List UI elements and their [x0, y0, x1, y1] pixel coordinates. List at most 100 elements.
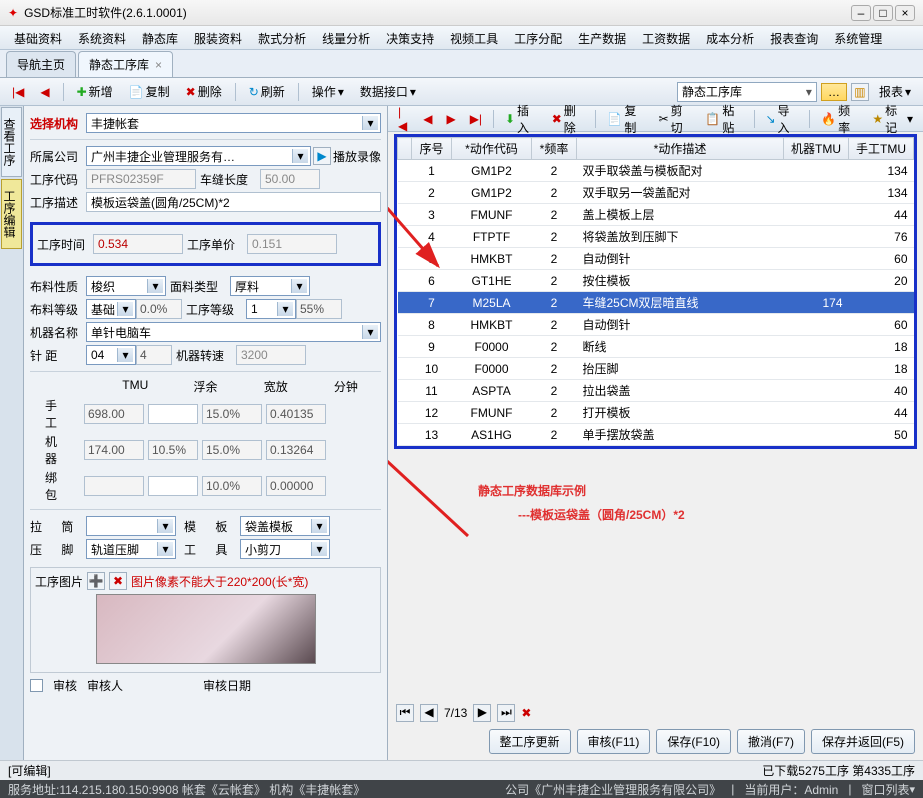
nav-first-button[interactable]: |◀ [6, 83, 30, 101]
action-grid[interactable]: 序号 *动作代码 *频率 *动作描述 机器TMU 手工TMU 1GM1P22双手… [397, 137, 914, 446]
price-input[interactable] [247, 234, 337, 254]
pager-next[interactable]: ▶ [473, 704, 491, 722]
menu-basic[interactable]: 基础资料 [6, 26, 70, 49]
cut-button[interactable]: ✂剪切 [653, 100, 698, 138]
tab-nav-home[interactable]: 导航主页 [6, 51, 76, 77]
menu-static[interactable]: 静态库 [134, 26, 186, 49]
play-icon[interactable]: ▶ [313, 147, 331, 165]
grade-combo[interactable]: 基础▾ [86, 299, 136, 319]
copy-button[interactable]: 📄复制 [123, 81, 176, 102]
company-combo[interactable]: 广州丰捷企业管理服务有…▾ [86, 146, 311, 166]
menu-salary[interactable]: 工资数据 [634, 26, 698, 49]
audit-button[interactable]: 审核(F11) [577, 729, 651, 754]
copy-row-button[interactable]: 📄复制 [601, 100, 650, 138]
nav-next2[interactable]: ▶ [440, 110, 461, 128]
maximize-button[interactable]: □ [873, 5, 893, 21]
import-button[interactable]: ↘导入 [759, 100, 804, 138]
titlebar: ✦ GSD标准工时软件(2.6.1.0001) – □ × [0, 0, 923, 26]
nav-last2[interactable]: ▶| [464, 110, 488, 128]
paste-button[interactable]: 📋粘贴 [699, 100, 748, 138]
menu-prod[interactable]: 生产数据 [570, 26, 634, 49]
menu-video[interactable]: 视频工具 [442, 26, 506, 49]
menu-sysmgmt[interactable]: 系统管理 [826, 26, 890, 49]
tool-combo[interactable]: 小剪刀▾ [240, 539, 330, 559]
table-row[interactable]: 12FMUNF2打开模板44 [398, 402, 914, 424]
code-input[interactable] [86, 169, 196, 189]
insert-button[interactable]: ⬇插入 [499, 100, 544, 138]
freq-button[interactable]: 🔥频率 [815, 100, 864, 138]
refresh-button[interactable]: ↻刷新 [243, 81, 291, 102]
surface-combo[interactable]: 厚料▾ [230, 276, 310, 296]
table-row[interactable]: 7M25LA2车缝25CM双层暗直线174 [398, 292, 914, 314]
table-row[interactable]: 10F00002抬压脚18 [398, 358, 914, 380]
chart-icon[interactable]: ▥ [851, 83, 869, 101]
save-return-button[interactable]: 保存并返回(F5) [811, 729, 915, 754]
moban-combo[interactable]: 袋盖模板▾ [240, 516, 330, 536]
table-row[interactable]: 13AS1HG2单手摆放袋盖50 [398, 424, 914, 446]
mark-dropdown[interactable]: ★标记 ▾ [866, 100, 919, 138]
opgrade-combo[interactable]: 1▾ [246, 299, 296, 319]
latong-combo[interactable]: ▾ [86, 516, 176, 536]
close-icon[interactable]: × [155, 58, 162, 72]
search-ellipsis-button[interactable]: … [821, 83, 847, 101]
pager-first[interactable]: ⏮ [396, 704, 414, 722]
code-label: 工序代码 [30, 171, 86, 188]
fabric-combo[interactable]: 梭织▾ [86, 276, 166, 296]
menu-system[interactable]: 系统资料 [70, 26, 134, 49]
menu-line[interactable]: 线量分析 [314, 26, 378, 49]
data-interface-dropdown[interactable]: 数据接口 ▾ [354, 81, 422, 102]
machine-combo[interactable]: 单针电脑车▾ [86, 322, 381, 342]
footer-company: 公司《广州丰捷企业管理服务有限公司》 [505, 781, 721, 798]
table-row[interactable]: 4FTPTF2将袋盖放到压脚下76 [398, 226, 914, 248]
window-list-button[interactable]: 窗口列表 [861, 781, 909, 798]
bind-float[interactable] [148, 476, 198, 496]
nav-prev2[interactable]: ◀ [417, 110, 438, 128]
menu-clothing[interactable]: 服装资料 [186, 26, 250, 49]
table-row[interactable]: 2GM1P22双手取另一袋盖配对134 [398, 182, 914, 204]
table-row[interactable]: 5HMKBT2自动倒针60 [398, 248, 914, 270]
menu-report[interactable]: 报表查询 [762, 26, 826, 49]
update-all-button[interactable]: 整工序更新 [489, 729, 571, 754]
speed-input[interactable] [236, 345, 306, 365]
select-org-combo[interactable]: 丰捷帐套▾ [86, 113, 381, 133]
table-row[interactable]: 1GM1P22双手取袋盖与模板配对134 [398, 160, 914, 182]
nav-prev-button[interactable]: ◀ [34, 83, 55, 101]
save-button[interactable]: 保存(F10) [656, 729, 731, 754]
bind-kuan [202, 476, 262, 496]
needle-combo[interactable]: 04▾ [86, 345, 136, 365]
close-button[interactable]: × [895, 5, 915, 21]
add-pic-icon[interactable]: ➕ [87, 572, 105, 590]
delete-row-button[interactable]: ✖删除 [546, 100, 591, 138]
table-row[interactable]: 3FMUNF2盖上模板上层44 [398, 204, 914, 226]
tabstrip: 导航主页 静态工序库× [0, 50, 923, 78]
hand-float[interactable] [148, 404, 198, 424]
table-row[interactable]: 9F00002断线18 [398, 336, 914, 358]
audit-label: 审核 [53, 677, 77, 694]
menu-decision[interactable]: 决策支持 [378, 26, 442, 49]
desc-input[interactable] [86, 192, 381, 212]
nav-first2[interactable]: |◀ [392, 103, 415, 135]
new-button[interactable]: ✚新增 [71, 81, 119, 102]
operate-dropdown[interactable]: 操作 ▾ [306, 81, 350, 102]
audit-checkbox[interactable] [30, 679, 43, 692]
sidetab-view[interactable]: 查看工序 [1, 107, 22, 177]
delete-button[interactable]: ✖删除 [180, 81, 228, 102]
menu-process[interactable]: 工序分配 [506, 26, 570, 49]
menu-cost[interactable]: 成本分析 [698, 26, 762, 49]
menu-style[interactable]: 款式分析 [250, 26, 314, 49]
cancel-button[interactable]: 撤消(F7) [737, 729, 805, 754]
seam-input[interactable] [260, 169, 320, 189]
pager-last[interactable]: ⏭ [497, 704, 515, 722]
table-row[interactable]: 6GT1HE2按住模板20 [398, 270, 914, 292]
table-row[interactable]: 8HMKBT2自动倒针60 [398, 314, 914, 336]
lib-type-combo[interactable]: 静态工序库▾ [677, 82, 817, 102]
left-panel: 选择机构 丰捷帐套▾ 所属公司 广州丰捷企业管理服务有…▾ ▶ 播放录像 工序代… [24, 106, 388, 760]
tab-static-lib[interactable]: 静态工序库× [78, 51, 173, 77]
del-pic-icon[interactable]: ✖ [109, 572, 127, 590]
sidetab-edit[interactable]: 工序编辑 [1, 179, 22, 249]
time-input[interactable] [93, 234, 183, 254]
foot-combo[interactable]: 轨道压脚▾ [86, 539, 176, 559]
table-row[interactable]: 11ASPTA2拉出袋盖40 [398, 380, 914, 402]
minimize-button[interactable]: – [851, 5, 871, 21]
pager-prev[interactable]: ◀ [420, 704, 438, 722]
